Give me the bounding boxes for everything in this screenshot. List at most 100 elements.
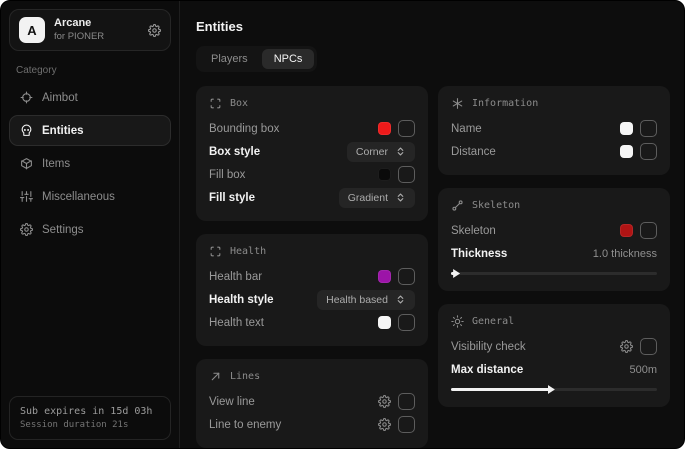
setting-row: Health style Health based: [209, 288, 415, 311]
brand-text: Arcane for PIONER: [54, 17, 104, 43]
setting-row: Box style Corner: [209, 140, 415, 163]
setting-label: Fill style: [209, 192, 255, 204]
asterisk-icon: [451, 97, 464, 110]
card-title: Health: [230, 246, 266, 257]
sidebar: A Arcane for PIONER Category Aimbot Enti…: [1, 1, 180, 448]
setting-row: Fill style Gradient: [209, 186, 415, 209]
setting-row: Health text: [209, 311, 415, 334]
card-header: Skeleton: [451, 199, 657, 212]
card-title: Information: [472, 98, 538, 109]
setting-label: Line to enemy: [209, 419, 281, 431]
gear-icon[interactable]: [378, 418, 391, 431]
card-general: General Visibility check Max distance 50…: [438, 304, 670, 407]
brand-logo: A: [19, 17, 45, 43]
setting-label: Bounding box: [209, 123, 279, 135]
sidebar-item-label: Settings: [42, 224, 84, 236]
corner-brackets-icon: [209, 245, 222, 258]
max-distance-slider[interactable]: [451, 385, 657, 395]
crosshair-icon: [20, 91, 33, 104]
card-title: Skeleton: [472, 200, 520, 211]
color-swatch[interactable]: [378, 270, 391, 283]
gear-icon[interactable]: [148, 24, 161, 37]
slider-fill: [451, 388, 550, 391]
checkbox[interactable]: [640, 143, 657, 160]
card-box: Box Bounding box Box style Corner: [196, 86, 428, 221]
checkbox[interactable]: [640, 222, 657, 239]
setting-label: Name: [451, 123, 482, 135]
slider-track[interactable]: [451, 272, 657, 275]
color-swatch[interactable]: [378, 168, 391, 181]
box-style-dropdown[interactable]: Corner: [347, 142, 415, 162]
checkbox[interactable]: [640, 120, 657, 137]
color-swatch[interactable]: [620, 145, 633, 158]
setting-row: View line: [209, 390, 415, 413]
tab-npcs[interactable]: NPCs: [262, 49, 315, 69]
checkbox[interactable]: [640, 338, 657, 355]
setting-label: Fill box: [209, 169, 245, 181]
dropdown-value: Corner: [356, 146, 388, 158]
color-swatch[interactable]: [620, 224, 633, 237]
main-panel: Entities Players NPCs Box Bounding box: [180, 1, 684, 448]
sidebar-item-label: Items: [42, 158, 70, 170]
brand-subtitle: for PIONER: [54, 31, 104, 43]
color-swatch[interactable]: [378, 316, 391, 329]
card-header: Box: [209, 97, 415, 110]
setting-row: Distance: [451, 140, 657, 163]
card-health: Health Health bar Health style Health ba…: [196, 234, 428, 346]
setting-row: Health bar: [209, 265, 415, 288]
entities-icon: [20, 124, 33, 137]
left-column: Box Bounding box Box style Corner: [196, 86, 428, 448]
sidebar-item-entities[interactable]: Entities: [9, 115, 171, 146]
fill-style-dropdown[interactable]: Gradient: [339, 188, 415, 208]
app-window: A Arcane for PIONER Category Aimbot Enti…: [0, 0, 685, 449]
chevrons-up-down-icon: [395, 192, 406, 203]
color-swatch[interactable]: [378, 122, 391, 135]
tab-group: Players NPCs: [196, 46, 317, 72]
sidebar-item-aimbot[interactable]: Aimbot: [9, 82, 171, 113]
card-lines: Lines View line Line to enemy: [196, 359, 428, 448]
session-duration-text: Session duration 21s: [20, 419, 160, 432]
checkbox[interactable]: [398, 120, 415, 137]
checkbox[interactable]: [398, 393, 415, 410]
arrow-up-right-icon: [209, 370, 222, 383]
card-title: Lines: [230, 371, 260, 382]
dropdown-value: Health based: [326, 294, 388, 306]
sidebar-item-label: Miscellaneous: [42, 191, 115, 203]
sliders-icon: [20, 190, 33, 203]
setting-row: Skeleton: [451, 219, 657, 242]
card-header: Health: [209, 245, 415, 258]
checkbox[interactable]: [398, 268, 415, 285]
setting-row: Bounding box: [209, 117, 415, 140]
right-column: Information Name Distance: [438, 86, 670, 407]
chevrons-up-down-icon: [395, 294, 406, 305]
setting-row: Name: [451, 117, 657, 140]
setting-label: Health text: [209, 317, 264, 329]
gear-icon[interactable]: [378, 395, 391, 408]
card-header: Information: [451, 97, 657, 110]
dropdown-value: Gradient: [348, 192, 388, 204]
setting-label: Visibility check: [451, 341, 526, 353]
card-skeleton: Skeleton Skeleton Thickness 1.0 thicknes…: [438, 188, 670, 291]
sidebar-item-settings[interactable]: Settings: [9, 214, 171, 245]
health-style-dropdown[interactable]: Health based: [317, 290, 415, 310]
cards-grid: Box Bounding box Box style Corner: [196, 86, 670, 448]
setting-label: Box style: [209, 146, 260, 158]
setting-label: Distance: [451, 146, 496, 158]
setting-row: Fill box: [209, 163, 415, 186]
subscription-card: Sub expires in 15d 03h Session duration …: [9, 396, 171, 440]
color-swatch[interactable]: [620, 122, 633, 135]
checkbox[interactable]: [398, 314, 415, 331]
slider-thumb[interactable]: [548, 385, 555, 394]
checkbox[interactable]: [398, 416, 415, 433]
sidebar-item-items[interactable]: Items: [9, 148, 171, 179]
setting-label: Health style: [209, 294, 274, 306]
slider-value: 1.0 thickness: [593, 248, 657, 260]
sidebar-item-label: Aimbot: [42, 92, 78, 104]
sidebar-item-miscellaneous[interactable]: Miscellaneous: [9, 181, 171, 212]
thickness-slider[interactable]: [451, 269, 657, 279]
gear-icon[interactable]: [620, 340, 633, 353]
card-header: General: [451, 315, 657, 328]
slider-thumb[interactable]: [453, 269, 460, 278]
checkbox[interactable]: [398, 166, 415, 183]
tab-players[interactable]: Players: [199, 49, 260, 69]
